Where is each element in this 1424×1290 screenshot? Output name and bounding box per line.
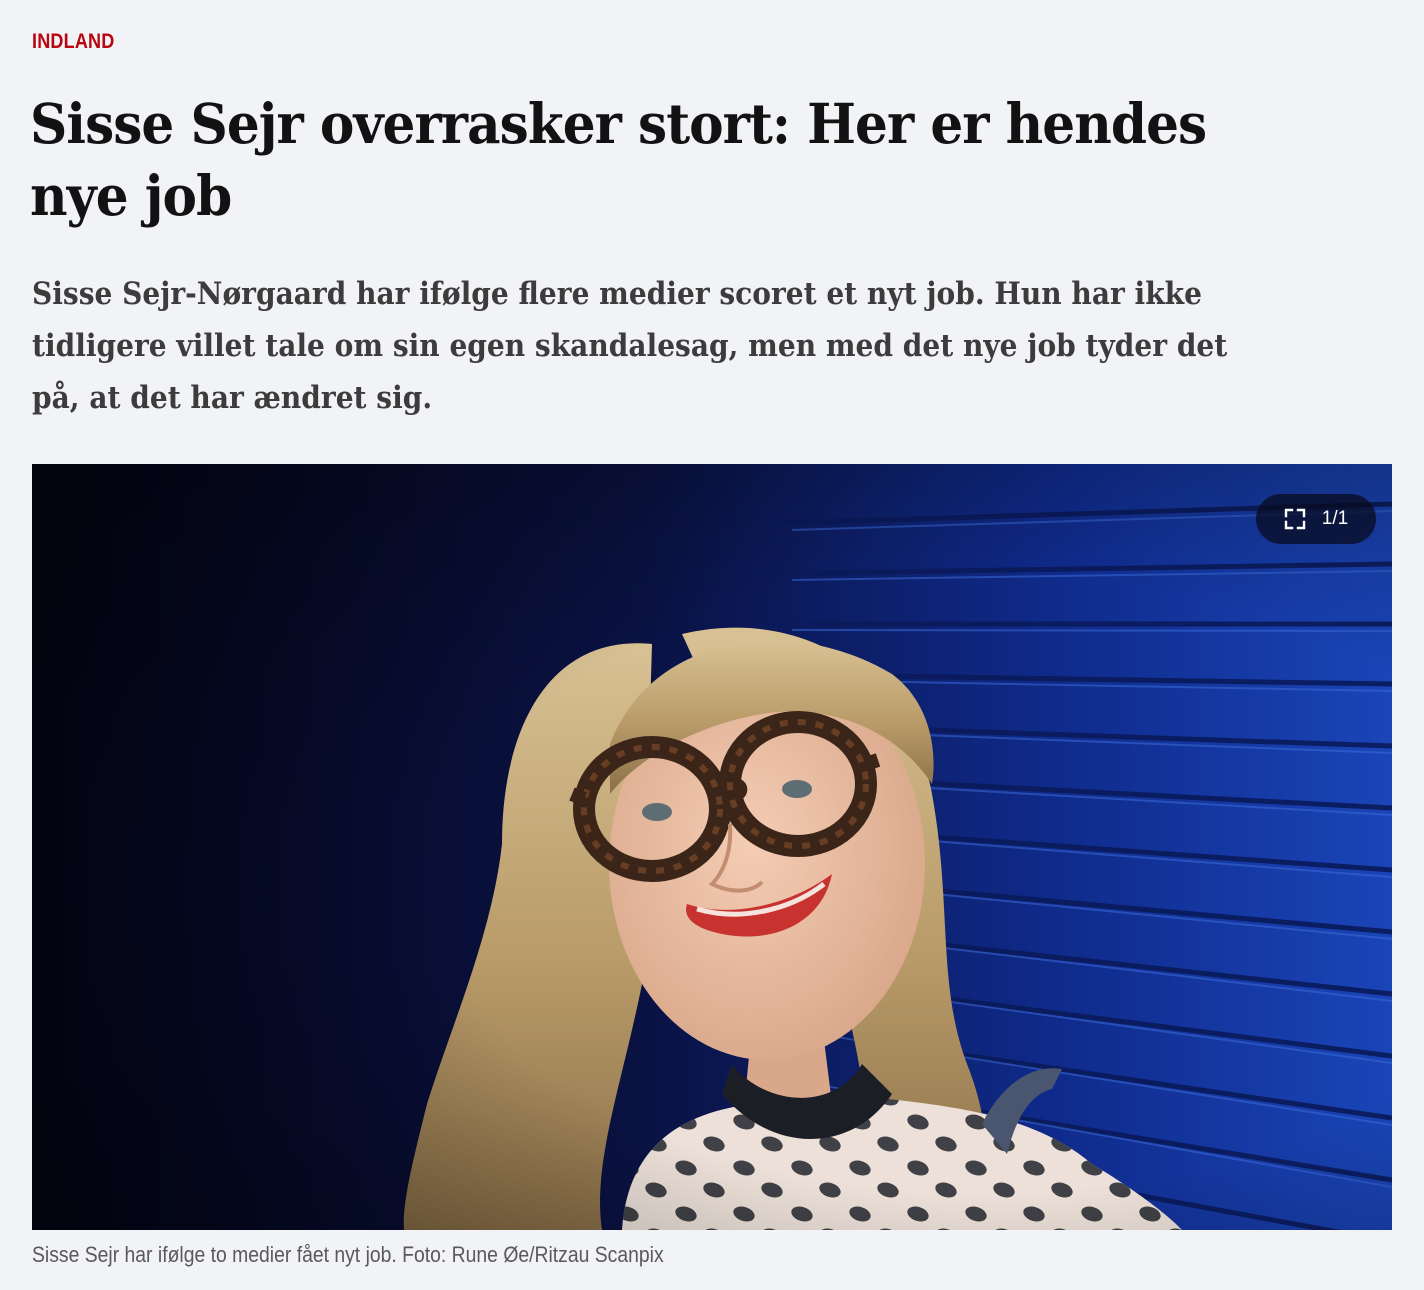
- image-counter: 1/1: [1321, 508, 1349, 529]
- image-gallery-control[interactable]: 1/1: [1256, 494, 1376, 544]
- headline: Sisse Sejr overrasker stort: Her er hend…: [30, 91, 1207, 228]
- lead-paragraph: Sisse Sejr-Nørgaard har ifølge flere med…: [32, 276, 1228, 416]
- image-caption: Sisse Sejr har ifølge to medier fået nyt…: [32, 1242, 664, 1267]
- expand-icon[interactable]: [1284, 508, 1306, 530]
- category-label[interactable]: INDLAND: [32, 30, 114, 54]
- article-figure: 1/1: [32, 464, 1392, 1230]
- article-photo[interactable]: [32, 464, 1392, 1230]
